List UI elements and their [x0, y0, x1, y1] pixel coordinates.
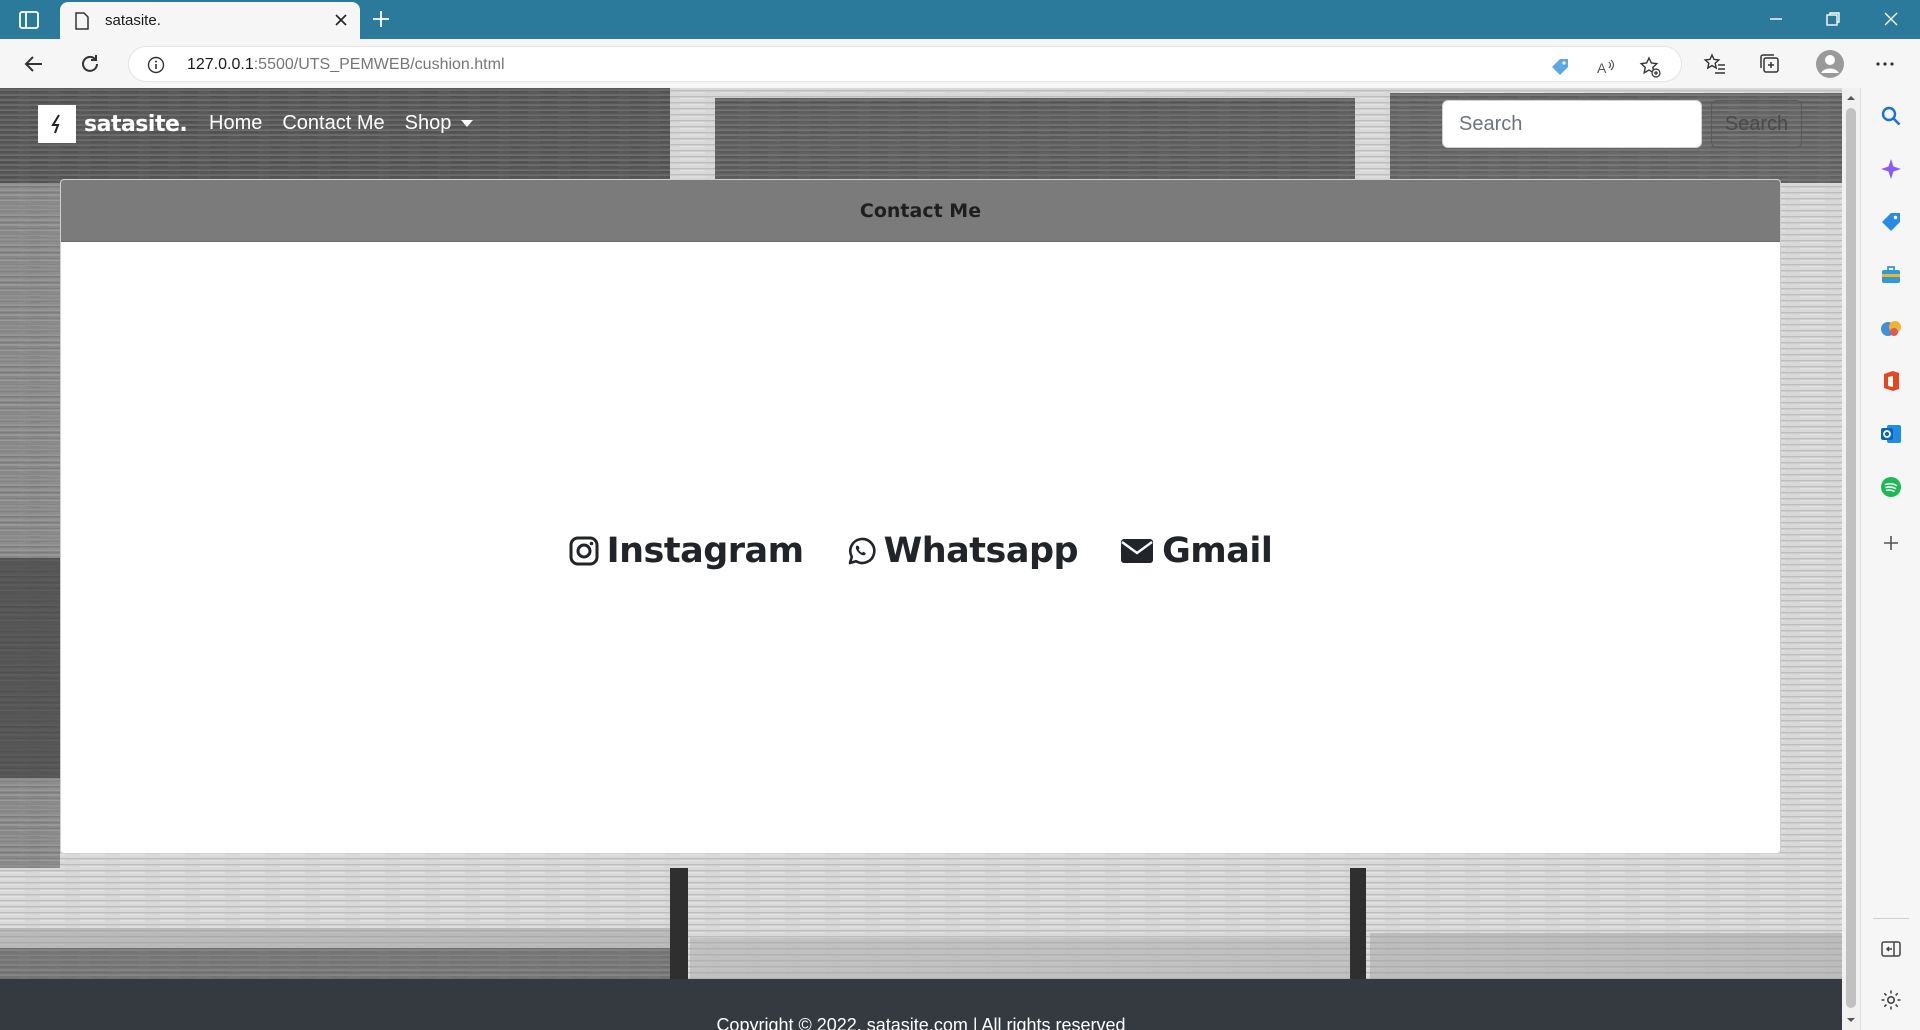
sidebar-divider: [1873, 918, 1909, 919]
tools-briefcase-icon[interactable]: [1879, 263, 1903, 287]
copyright-text: Copyright © 2022, satasite.com | All rig…: [716, 1015, 1126, 1030]
whatsapp-link[interactable]: Whatsapp: [846, 530, 1079, 571]
tab-actions-icon[interactable]: [18, 10, 40, 30]
copilot-sparkle-icon[interactable]: [1879, 157, 1903, 181]
svg-text:A: A: [1597, 60, 1607, 76]
outlook-icon[interactable]: [1879, 422, 1903, 446]
hide-sidebar-icon[interactable]: [1879, 937, 1903, 961]
close-tab-icon[interactable]: [334, 13, 348, 27]
back-arrow-icon[interactable]: [22, 52, 46, 76]
new-tab-icon[interactable]: [370, 8, 392, 30]
restore-icon[interactable]: [1822, 8, 1844, 30]
scroll-up-arrow-icon[interactable]: [1846, 93, 1856, 103]
browser-sidebar: [1860, 88, 1920, 1030]
favorites-icon[interactable]: [1703, 52, 1727, 76]
add-favorite-icon[interactable]: [1639, 56, 1661, 78]
gmail-link[interactable]: Gmail: [1120, 530, 1273, 571]
gmail-label: Gmail: [1162, 530, 1273, 571]
close-window-icon[interactable]: [1880, 8, 1902, 30]
page-scrollbar[interactable]: [1842, 88, 1860, 1030]
instagram-label: Instagram: [606, 530, 805, 571]
whatsapp-icon: [848, 537, 876, 564]
contact-links: Instagram Whatsapp Gmail: [61, 242, 1780, 853]
site-navbar: satasite. Home Contact Me Shop Search: [0, 88, 1842, 178]
scroll-down-arrow-icon[interactable]: [1846, 1015, 1856, 1025]
office-icon[interactable]: [1879, 369, 1903, 393]
card-title: Contact Me: [859, 199, 982, 222]
search-input[interactable]: [1442, 100, 1702, 148]
search-icon[interactable]: [1879, 104, 1903, 128]
nav-links: Home Contact Me Shop: [209, 112, 474, 135]
brand-name: satasite.: [84, 111, 188, 137]
address-bar[interactable]: 127.0.0.1:5500/UTS_PEMWEB/cushion.html A: [128, 46, 1682, 82]
instagram-link[interactable]: Instagram: [569, 531, 804, 571]
nav-link-shop-label: Shop: [404, 112, 452, 134]
games-icon[interactable]: [1879, 316, 1903, 340]
browser-tab-bar: satasite.: [0, 0, 1920, 39]
gear-icon[interactable]: [1879, 988, 1903, 1012]
contact-card: Contact Me Instagram Whatsapp Gmail: [60, 179, 1781, 854]
page-viewport: satasite. Home Contact Me Shop Search Co…: [0, 88, 1842, 1030]
card-header: Contact Me: [61, 180, 1780, 242]
brand[interactable]: satasite.: [38, 105, 188, 143]
url-text: 127.0.0.1:5500/UTS_PEMWEB/cushion.html: [187, 56, 505, 73]
spotify-icon[interactable]: [1879, 475, 1903, 499]
more-options-icon[interactable]: [1873, 52, 1897, 76]
refresh-icon[interactable]: [78, 52, 102, 76]
collections-icon[interactable]: [1758, 52, 1782, 76]
add-sidebar-app-icon[interactable]: [1879, 531, 1903, 555]
read-aloud-icon[interactable]: A: [1595, 56, 1617, 78]
tab-title: satasite.: [105, 12, 161, 29]
nav-link-contact-me[interactable]: Contact Me: [282, 112, 384, 135]
scroll-thumb[interactable]: [1846, 108, 1856, 1008]
envelope-icon: [1121, 538, 1154, 563]
lightning-logo-icon: [38, 105, 76, 143]
nav-link-home[interactable]: Home: [209, 112, 262, 135]
whatsapp-label: Whatsapp: [883, 530, 1079, 571]
instagram-icon: [569, 536, 599, 565]
profile-avatar-icon[interactable]: [1815, 49, 1845, 79]
caret-down-icon: [461, 120, 474, 127]
shopping-tag-icon[interactable]: [1879, 210, 1903, 234]
minimize-icon[interactable]: [1765, 8, 1787, 30]
nav-link-shop-dropdown[interactable]: Shop: [405, 112, 474, 135]
site-info-icon[interactable]: [147, 56, 165, 74]
page-icon: [75, 12, 89, 30]
browser-tab[interactable]: satasite.: [60, 2, 360, 39]
search-button[interactable]: Search: [1711, 100, 1802, 148]
browser-toolbar: 127.0.0.1:5500/UTS_PEMWEB/cushion.html A: [0, 39, 1920, 88]
site-footer: Copyright © 2022, satasite.com | All rig…: [0, 979, 1842, 1030]
coupon-tag-icon[interactable]: [1549, 56, 1571, 78]
